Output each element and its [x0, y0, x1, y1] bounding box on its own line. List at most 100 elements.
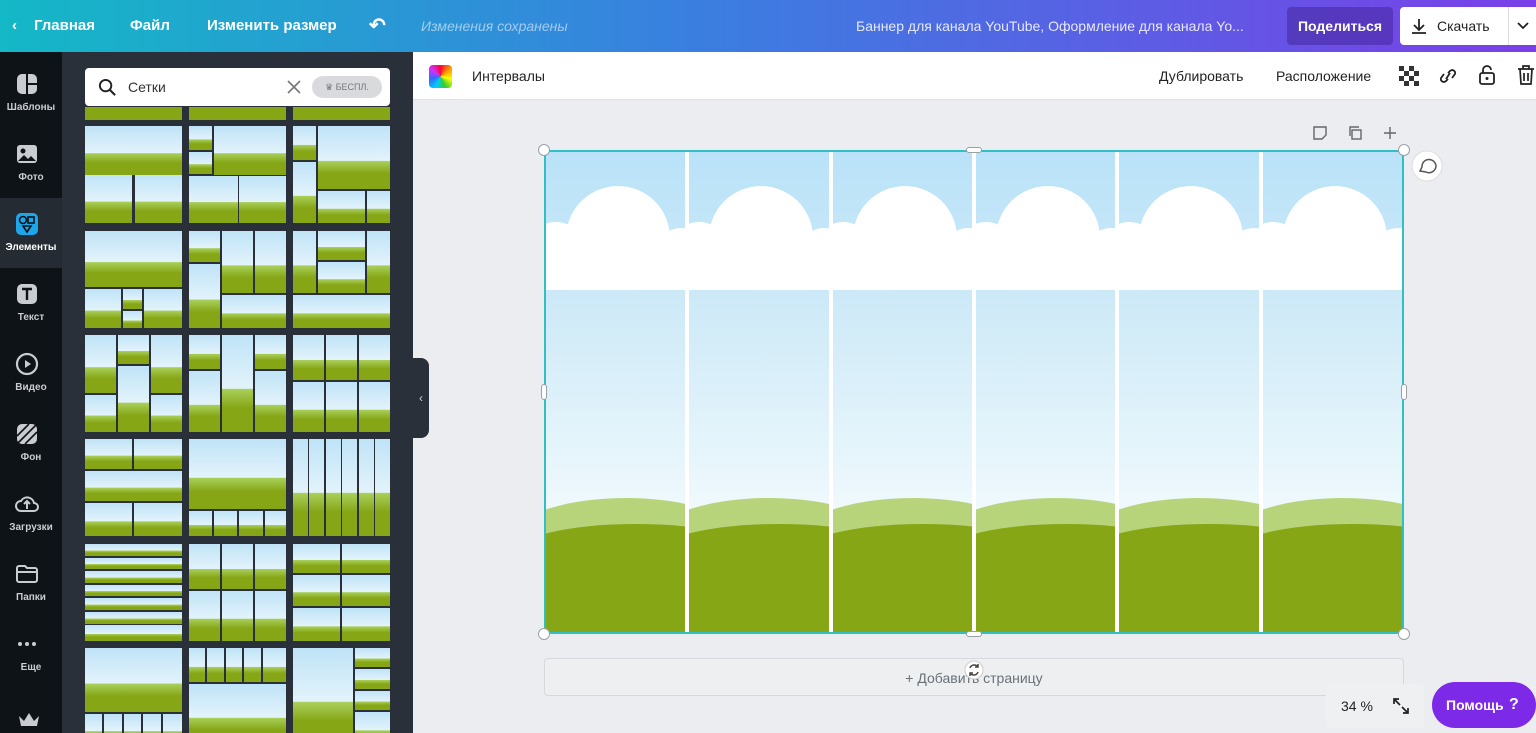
grid-cell: [355, 712, 390, 733]
grid-template-thumbnail[interactable]: [85, 439, 182, 536]
help-button[interactable]: Помощь ?: [1432, 682, 1536, 728]
grid-cell: [293, 335, 325, 380]
color-swatch-icon[interactable]: [429, 65, 452, 88]
grid-template-thumbnail[interactable]: [85, 107, 182, 120]
rail-item-background[interactable]: Фон: [0, 408, 62, 478]
grid-template-thumbnail[interactable]: [189, 107, 286, 120]
resize-handle-bottom[interactable]: [966, 631, 982, 637]
grid-cell: [342, 439, 358, 536]
resize-handle-right[interactable]: [1401, 384, 1407, 400]
grid-template-thumbnail[interactable]: [293, 544, 390, 641]
grid-template-thumbnail[interactable]: [293, 335, 390, 432]
grid-template-thumbnail[interactable]: [189, 231, 286, 328]
grid-column-photo[interactable]: [832, 152, 972, 632]
grid-template-thumbnail[interactable]: [189, 439, 286, 536]
zoom-level[interactable]: 34 %: [1341, 698, 1373, 714]
crown-icon[interactable]: [18, 712, 40, 728]
home-link[interactable]: Главная: [34, 0, 95, 52]
uploads-icon: [15, 496, 39, 512]
resize-button[interactable]: Изменить размер: [207, 0, 337, 52]
notes-icon[interactable]: [1312, 125, 1328, 141]
grid-template-thumbnail[interactable]: [189, 335, 286, 432]
clear-search-icon[interactable]: [287, 80, 301, 94]
grid-cell: [104, 713, 122, 733]
grid-column-photo[interactable]: [1262, 152, 1402, 632]
link-icon[interactable]: [1437, 66, 1459, 86]
grid-template-thumbnail[interactable]: [85, 126, 182, 223]
comment-icon[interactable]: [1411, 150, 1443, 182]
share-button[interactable]: Поделиться: [1287, 7, 1393, 45]
rail-label: Элементы: [5, 242, 57, 253]
resize-handle-left[interactable]: [541, 384, 547, 400]
grid-cell: [293, 126, 317, 160]
grid-cell: [293, 648, 354, 733]
grid-template-thumbnail[interactable]: [189, 648, 286, 733]
file-menu[interactable]: Файл: [130, 0, 170, 52]
text-icon: [17, 284, 37, 304]
zoom-control[interactable]: 34 %: [1326, 684, 1424, 728]
rail-item-elements[interactable]: Элементы: [0, 198, 62, 268]
grid-template-thumbnail[interactable]: [189, 126, 286, 223]
grid-template-thumbnail[interactable]: [85, 648, 182, 733]
grid-template-thumbnail[interactable]: [293, 439, 390, 536]
rail-label: Текст: [17, 312, 45, 323]
grid-cell: [85, 611, 182, 624]
undo-icon[interactable]: ↶: [369, 0, 386, 52]
resize-handle-top-right[interactable]: [1398, 144, 1410, 156]
grid-cell: [133, 439, 182, 470]
grid-cell: [341, 608, 390, 641]
grid-template-thumbnail[interactable]: [85, 231, 182, 328]
spacing-button[interactable]: Интервалы: [472, 52, 545, 100]
duplicate-page-icon[interactable]: [1347, 125, 1363, 141]
grid-template-thumbnail[interactable]: [189, 544, 286, 641]
download-options-chevron-icon[interactable]: [1508, 7, 1536, 45]
grid-column-photo[interactable]: [689, 152, 829, 632]
grid-column-photo[interactable]: [546, 152, 686, 632]
lock-icon[interactable]: [1478, 64, 1496, 86]
chevron-left-icon[interactable]: ‹: [12, 0, 17, 52]
duplicate-button[interactable]: Дублировать: [1159, 52, 1243, 100]
download-button[interactable]: Скачать: [1400, 7, 1536, 45]
grid-cell: [189, 263, 221, 328]
grid-template-thumbnail[interactable]: [293, 231, 390, 328]
rail-item-more[interactable]: Еще: [0, 618, 62, 688]
free-filter-badge[interactable]: ♛ БЕСПЛ.: [312, 76, 382, 98]
grid-template-thumbnail[interactable]: [85, 335, 182, 432]
add-page-icon[interactable]: [1382, 125, 1398, 141]
search-input[interactable]: Сетки: [128, 79, 166, 95]
grid-cell: [293, 608, 340, 641]
grid-template-thumbnail[interactable]: [85, 544, 182, 641]
resize-handle-bottom-right[interactable]: [1398, 628, 1410, 640]
grid-template-thumbnail[interactable]: [293, 648, 390, 733]
rail-item-text[interactable]: Текст: [0, 268, 62, 338]
transparency-icon[interactable]: [1399, 66, 1419, 86]
elements-icon: [16, 213, 38, 235]
search-box[interactable]: Сетки ♛ БЕСПЛ.: [85, 68, 390, 106]
position-button[interactable]: Расположение: [1276, 52, 1371, 100]
video-icon: [15, 352, 39, 376]
grid-cell: [150, 335, 182, 394]
grid-column-photo[interactable]: [976, 152, 1116, 632]
rail-item-video[interactable]: Видео: [0, 338, 62, 408]
resize-handle-top[interactable]: [966, 147, 982, 153]
collapse-panel-button[interactable]: ‹: [413, 358, 429, 438]
cloud: [689, 186, 829, 290]
grid-cell: [85, 439, 132, 470]
design-title[interactable]: Баннер для канала YouTube, Оформление дл…: [856, 0, 1244, 52]
trash-icon[interactable]: [1517, 64, 1535, 86]
fullscreen-icon[interactable]: [1392, 697, 1410, 715]
grid-cell: [358, 335, 390, 380]
rail-item-photo[interactable]: Фото: [0, 128, 62, 198]
rail-item-uploads[interactable]: Загрузки: [0, 478, 62, 548]
grid-column-photo[interactable]: [1119, 152, 1259, 632]
grid-template-thumbnail[interactable]: [293, 126, 390, 223]
rotate-icon[interactable]: [964, 660, 984, 680]
grid-cell: [293, 107, 390, 120]
design-canvas[interactable]: [544, 150, 1404, 634]
resize-handle-top-left[interactable]: [538, 144, 550, 156]
rail-item-templates[interactable]: Шаблоны: [0, 58, 62, 128]
grid-template-thumbnail[interactable]: [293, 107, 390, 120]
grid-cell: [318, 231, 365, 261]
rail-item-folders[interactable]: Папки: [0, 548, 62, 618]
resize-handle-bottom-left[interactable]: [538, 628, 550, 640]
